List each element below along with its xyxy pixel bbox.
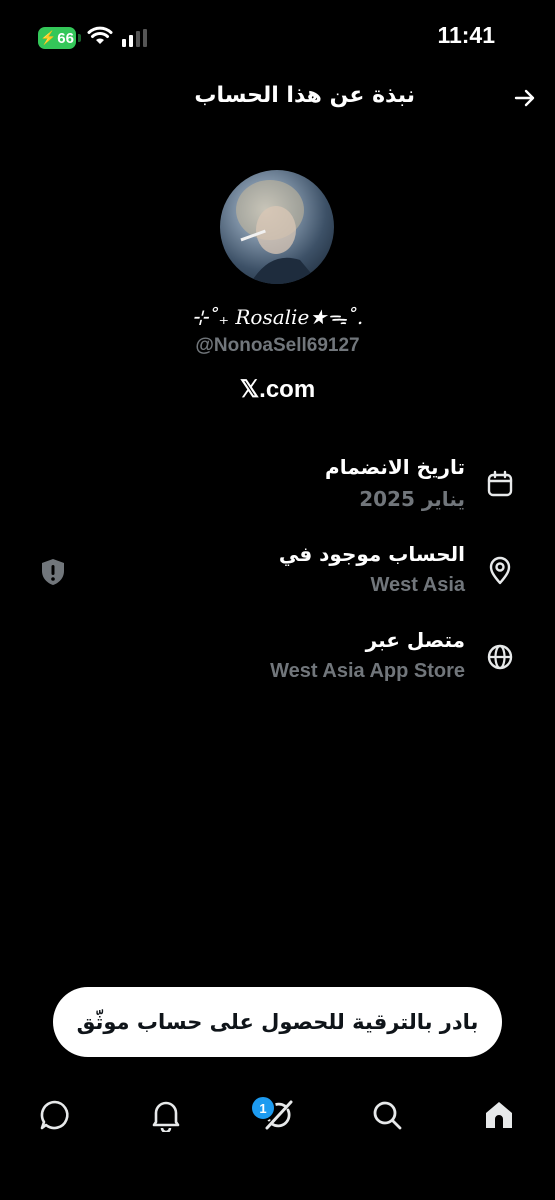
status-time: 11:41 (437, 22, 495, 48)
cellular-signal-icon (122, 29, 147, 47)
status-bar: ⚡ 66 11:41 (0, 0, 555, 70)
search-icon (373, 1101, 402, 1130)
joined-row: تاريخ الانضمام يناير 2025 (0, 455, 555, 535)
location-value: West Asia (370, 574, 465, 596)
shield-alert-icon[interactable] (38, 556, 68, 588)
avatar-portrait (236, 180, 320, 284)
tab-search[interactable] (367, 1095, 407, 1135)
page-title: نبذة عن هذا الحساب (194, 83, 415, 108)
location-row: الحساب موجود في West Asia (0, 542, 555, 622)
arrow-right-icon[interactable] (513, 86, 537, 110)
bell-icon (152, 1101, 180, 1132)
site-label: 𝕏.com (239, 376, 316, 403)
upgrade-verified-button[interactable]: بادر بالترقية للحصول على حساب موثّق (53, 987, 502, 1057)
joined-value: يناير 2025 (359, 487, 465, 511)
charging-bolt-icon: ⚡ (40, 30, 57, 45)
tab-home[interactable] (479, 1095, 519, 1135)
avatar[interactable] (220, 170, 334, 284)
home-icon (486, 1102, 512, 1128)
tab-notifications[interactable] (146, 1095, 186, 1135)
location-label: الحساب موجود في (278, 542, 465, 566)
battery-tip (78, 34, 81, 42)
messages-icon (40, 1100, 69, 1130)
grok-badge: 1 (250, 1095, 276, 1121)
location-pin-icon (489, 556, 511, 585)
tab-messages[interactable] (35, 1095, 75, 1135)
display-name: ⊹˚₊ 𝑅𝑜𝑠𝑎𝑙𝑖𝑒★ᯓ˚. (191, 305, 364, 329)
wifi-icon (87, 26, 113, 44)
joined-label: تاريخ الانضمام (325, 455, 465, 479)
connected-label: متصل عبر (365, 628, 465, 652)
connected-value: West Asia App Store (270, 660, 465, 682)
calendar-icon (487, 470, 513, 497)
battery-level: 66 (57, 29, 74, 47)
connected-row: متصل عبر West Asia App Store (0, 628, 555, 708)
battery-indicator: ⚡ 66 (38, 27, 76, 49)
username-handle: @NonoaSell69127 (195, 335, 360, 356)
globe-icon (487, 644, 513, 670)
